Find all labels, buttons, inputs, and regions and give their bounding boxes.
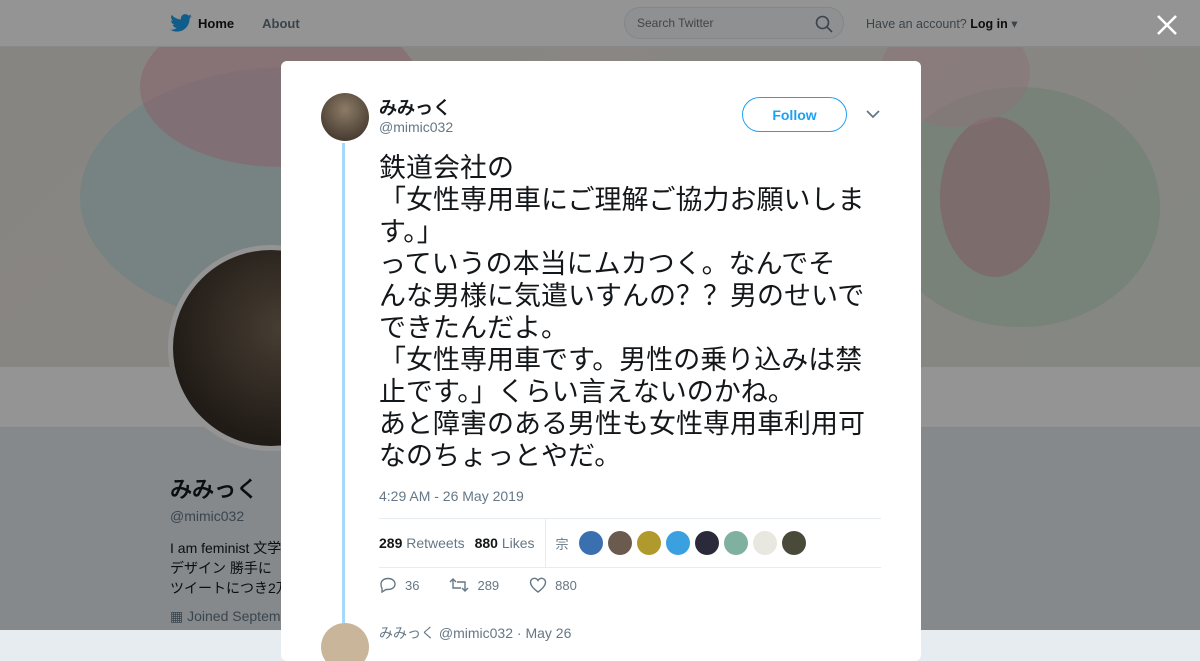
retweets-count: 289 bbox=[379, 535, 403, 551]
retweet-stat[interactable]: 289 Retweets bbox=[379, 535, 465, 551]
tweet-stats: 289 Retweets 880 Likes 宗 bbox=[379, 518, 881, 568]
tweet-timestamp[interactable]: 4:29 AM - 26 May 2019 bbox=[379, 488, 524, 504]
likes-stat[interactable]: 880 Likes bbox=[475, 535, 535, 551]
liker-avatar[interactable] bbox=[607, 531, 632, 555]
tweet-text: 鉄道会社の 「女性専用車にご理解ご協力お願いしま す。」 っていうの本当にムカつ… bbox=[379, 153, 865, 472]
liker-avatar[interactable] bbox=[636, 531, 661, 555]
likers-glyph: 宗 bbox=[555, 536, 569, 552]
close-icon[interactable] bbox=[1154, 12, 1180, 38]
likers-list bbox=[578, 531, 811, 555]
tweet-actions: 36 289 880 bbox=[379, 577, 577, 593]
tweet-modal: みみっく @mimic032 Follow 鉄道会社の 「女性専用車にご理解ご協… bbox=[281, 61, 921, 661]
likes-count: 880 bbox=[474, 535, 498, 551]
reply-action[interactable]: 36 bbox=[379, 577, 419, 593]
liker-avatar[interactable] bbox=[665, 531, 690, 555]
thread-line bbox=[342, 143, 345, 623]
reply-count: 36 bbox=[405, 577, 420, 593]
tweet-author-name[interactable]: みみっく bbox=[379, 94, 451, 120]
like-count: 880 bbox=[555, 577, 577, 593]
likes-label: Likes bbox=[501, 535, 535, 551]
liker-avatar[interactable] bbox=[723, 531, 748, 555]
like-action[interactable]: 880 bbox=[529, 577, 577, 593]
tweet-author-handle[interactable]: @mimic032 bbox=[379, 119, 453, 135]
reply-icon bbox=[380, 577, 396, 593]
reply-avatar[interactable] bbox=[321, 623, 369, 661]
retweets-label: Retweets bbox=[406, 535, 465, 551]
avatar[interactable] bbox=[321, 93, 369, 141]
liker-avatar[interactable] bbox=[752, 531, 777, 555]
retweet-icon bbox=[449, 578, 469, 592]
liker-avatar[interactable] bbox=[694, 531, 719, 555]
liker-avatar[interactable] bbox=[578, 531, 603, 555]
stats-divider bbox=[544, 519, 546, 567]
reply-preview: みみっく @mimic032 · May 26 bbox=[379, 625, 572, 641]
chevron-down-icon[interactable] bbox=[866, 109, 880, 119]
follow-button[interactable]: Follow bbox=[742, 97, 847, 132]
heart-icon bbox=[529, 577, 547, 593]
retweet-count: 289 bbox=[477, 577, 500, 593]
retweet-action[interactable]: 289 bbox=[449, 577, 499, 593]
liker-avatar[interactable] bbox=[781, 531, 806, 555]
